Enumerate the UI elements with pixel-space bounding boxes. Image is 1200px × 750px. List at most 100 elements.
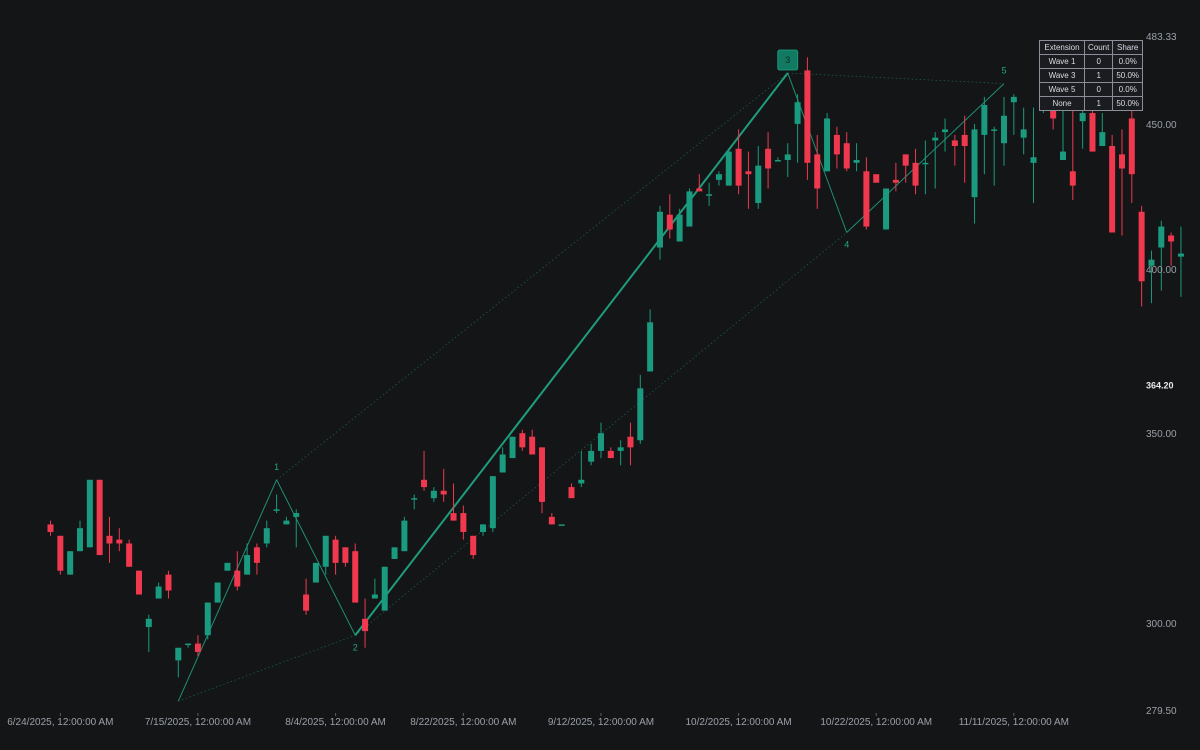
header-share: Share bbox=[1112, 40, 1144, 55]
candle-body bbox=[76, 528, 83, 552]
candle-body bbox=[519, 433, 526, 448]
candle-body bbox=[342, 547, 349, 563]
row-label: None bbox=[1039, 96, 1085, 111]
candle-body bbox=[1099, 132, 1106, 147]
x-tick-label: 10/22/2025, 12:00:00 AM bbox=[820, 717, 932, 728]
candle-body bbox=[932, 137, 939, 141]
candle-body bbox=[332, 539, 339, 563]
candle-body bbox=[499, 454, 506, 473]
candle-body bbox=[263, 528, 270, 544]
candle-body bbox=[656, 211, 663, 248]
candle-body bbox=[106, 535, 113, 544]
candle-body bbox=[401, 520, 408, 552]
candle-body bbox=[116, 539, 123, 544]
candle-body bbox=[706, 194, 713, 196]
candle-body bbox=[1079, 113, 1086, 122]
candle-body bbox=[666, 214, 673, 230]
candle-body bbox=[381, 566, 388, 611]
row-count: 0 bbox=[1083, 82, 1114, 97]
candle-body bbox=[1020, 129, 1027, 138]
wave-label: 4 bbox=[844, 239, 849, 249]
candle-body bbox=[735, 148, 742, 186]
wave-guide-dotted bbox=[178, 634, 356, 702]
candle-body bbox=[873, 174, 880, 183]
header-extension: Extension bbox=[1039, 40, 1085, 55]
candle-body bbox=[1138, 211, 1145, 282]
candle-body bbox=[607, 450, 614, 459]
x-tick-label: 9/12/2025, 12:00:00 AM bbox=[548, 717, 654, 728]
candle-body bbox=[1177, 253, 1184, 257]
y-tick-label: 350.00 bbox=[1146, 429, 1177, 440]
candle-body bbox=[548, 516, 555, 525]
candle-body bbox=[126, 543, 133, 567]
candle-body bbox=[676, 214, 683, 242]
wave-lines bbox=[177, 72, 1005, 702]
wave-label: 3 bbox=[785, 55, 790, 65]
x-tick-label: 8/22/2025, 12:00:00 AM bbox=[410, 717, 516, 728]
candle-body bbox=[647, 322, 654, 372]
y-tick-label: 300.00 bbox=[1146, 619, 1177, 630]
candle-body bbox=[814, 154, 821, 189]
candle-body bbox=[362, 618, 369, 632]
candle-body bbox=[942, 129, 949, 133]
candle-body bbox=[715, 174, 722, 180]
x-tick-label: 11/11/2025, 12:00:00 AM bbox=[959, 717, 1069, 728]
candle-body bbox=[971, 129, 978, 198]
candle-body bbox=[96, 479, 103, 556]
candle-body bbox=[57, 535, 64, 571]
wave-labels: 1 2 3 4 5 bbox=[274, 49, 1007, 652]
candle-body bbox=[883, 188, 890, 230]
x-tick-label: 6/24/2025, 12:00:00 AM bbox=[7, 717, 113, 728]
candle-body bbox=[745, 171, 752, 175]
wave-guide-dotted bbox=[276, 72, 788, 481]
row-count: 1 bbox=[1083, 96, 1114, 111]
table-row: Wave 5 0 0.0% bbox=[1039, 82, 1144, 97]
candle-body bbox=[558, 524, 565, 526]
candle-body bbox=[696, 188, 703, 192]
candle-body bbox=[1109, 146, 1116, 233]
candle-body bbox=[1168, 235, 1175, 242]
candle-body bbox=[627, 436, 634, 448]
candle-body bbox=[1128, 118, 1135, 175]
candle-body bbox=[1030, 157, 1037, 163]
wave-guide-dotted bbox=[787, 72, 1005, 84]
candle-body bbox=[67, 551, 74, 575]
candle-body bbox=[322, 535, 329, 567]
candle-body bbox=[912, 162, 919, 186]
candle-body bbox=[804, 70, 811, 163]
candle-body bbox=[165, 574, 172, 591]
extension-table: Extension Count Share Wave 1 0 0.0% Wave… bbox=[1039, 40, 1144, 111]
candle-body bbox=[578, 479, 585, 484]
candle-body bbox=[293, 513, 300, 517]
y-tick-label: 279.50 bbox=[1146, 706, 1177, 717]
candle-body bbox=[725, 151, 732, 186]
candle-body bbox=[568, 487, 575, 499]
extension-table-body: Wave 1 0 0.0% Wave 3 1 50.0% Wave 5 0 0.… bbox=[1039, 54, 1144, 111]
candle-body bbox=[509, 436, 516, 459]
candle-body bbox=[794, 102, 801, 124]
candle-body bbox=[765, 148, 772, 169]
candle-body bbox=[597, 433, 604, 451]
x-axis: 6/24/2025, 12:00:00 AM 7/15/2025, 12:00:0… bbox=[7, 713, 1069, 728]
candle-body bbox=[440, 490, 447, 495]
candles bbox=[47, 57, 1184, 678]
y-axis: 483.33 450.00 400.00 350.00 300.00 279.50 364.… bbox=[1146, 32, 1177, 717]
candle-body bbox=[489, 476, 496, 529]
table-row: None 1 50.0% bbox=[1039, 96, 1144, 111]
candle-body bbox=[411, 498, 418, 500]
candle-body bbox=[421, 479, 428, 488]
candle-body bbox=[529, 436, 536, 455]
row-share: 0.0% bbox=[1112, 82, 1144, 97]
candle-body bbox=[1069, 171, 1076, 186]
candle-body bbox=[273, 509, 280, 511]
candle-body bbox=[1118, 154, 1125, 169]
candle-body bbox=[1158, 226, 1165, 248]
candle-body bbox=[853, 160, 860, 163]
table-row: Wave 1 0 0.0% bbox=[1039, 54, 1144, 69]
header-count: Count bbox=[1083, 40, 1114, 55]
candle-body bbox=[922, 162, 929, 165]
y-tick-label: 400.00 bbox=[1146, 265, 1177, 276]
candle-body bbox=[833, 134, 840, 155]
wave-segment bbox=[177, 479, 278, 702]
candle-body bbox=[175, 647, 182, 661]
